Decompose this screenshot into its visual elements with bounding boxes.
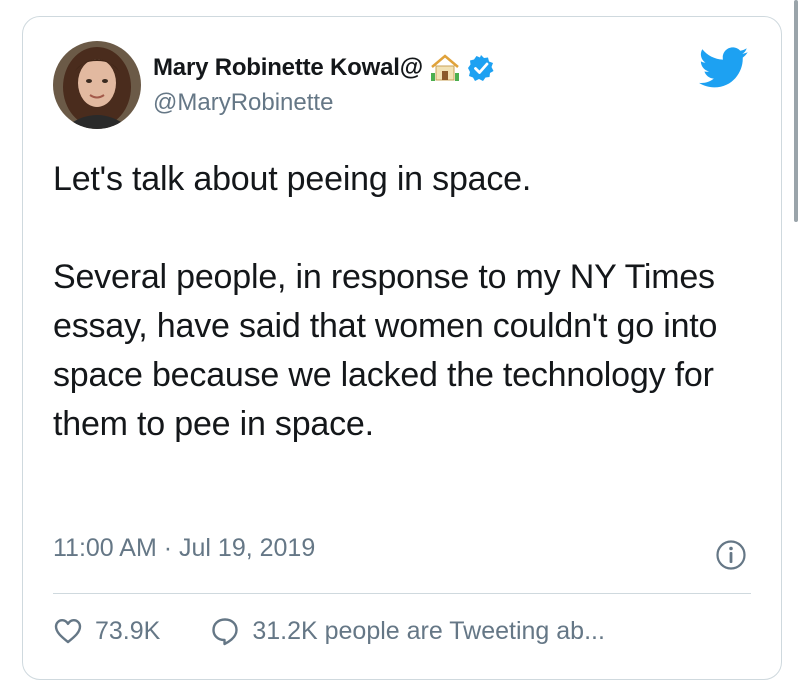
- user-handle[interactable]: @MaryRobinette: [153, 89, 333, 117]
- like-count: 73.9K: [95, 616, 161, 645]
- tweet-card: Mary Robinette Kowal@ @MaryRobinette Let…: [22, 16, 782, 680]
- tweet-actions: 73.9K 31.2K people are Tweeting ab...: [53, 611, 605, 651]
- like-button[interactable]: 73.9K: [53, 617, 160, 646]
- tweet-time: 11:00 AM: [53, 534, 157, 562]
- divider: [53, 593, 751, 594]
- tweet-timestamp[interactable]: 11:00 AM · Jul 19, 2019: [53, 534, 315, 563]
- meta-separator: ·: [163, 534, 173, 562]
- info-icon[interactable]: [715, 539, 747, 571]
- tweet-date: Jul 19, 2019: [179, 534, 316, 562]
- tweeting-link[interactable]: 31.2K people are Tweeting ab...: [210, 616, 605, 646]
- heart-icon: [53, 617, 83, 645]
- avatar[interactable]: [53, 41, 141, 129]
- speech-bubble-icon: [210, 616, 240, 646]
- tweeting-text: 31.2K people are Tweeting ab...: [252, 616, 605, 645]
- name-row: Mary Robinette Kowal@: [153, 52, 495, 84]
- display-name[interactable]: Mary Robinette Kowal@: [153, 54, 423, 82]
- verified-badge-icon: [467, 54, 495, 82]
- house-emoji-icon: [429, 53, 461, 83]
- twitter-bird-icon[interactable]: [698, 47, 749, 89]
- tweet-text: Let's talk about peeing in space. Severa…: [53, 160, 718, 443]
- scrollbar[interactable]: [794, 0, 798, 222]
